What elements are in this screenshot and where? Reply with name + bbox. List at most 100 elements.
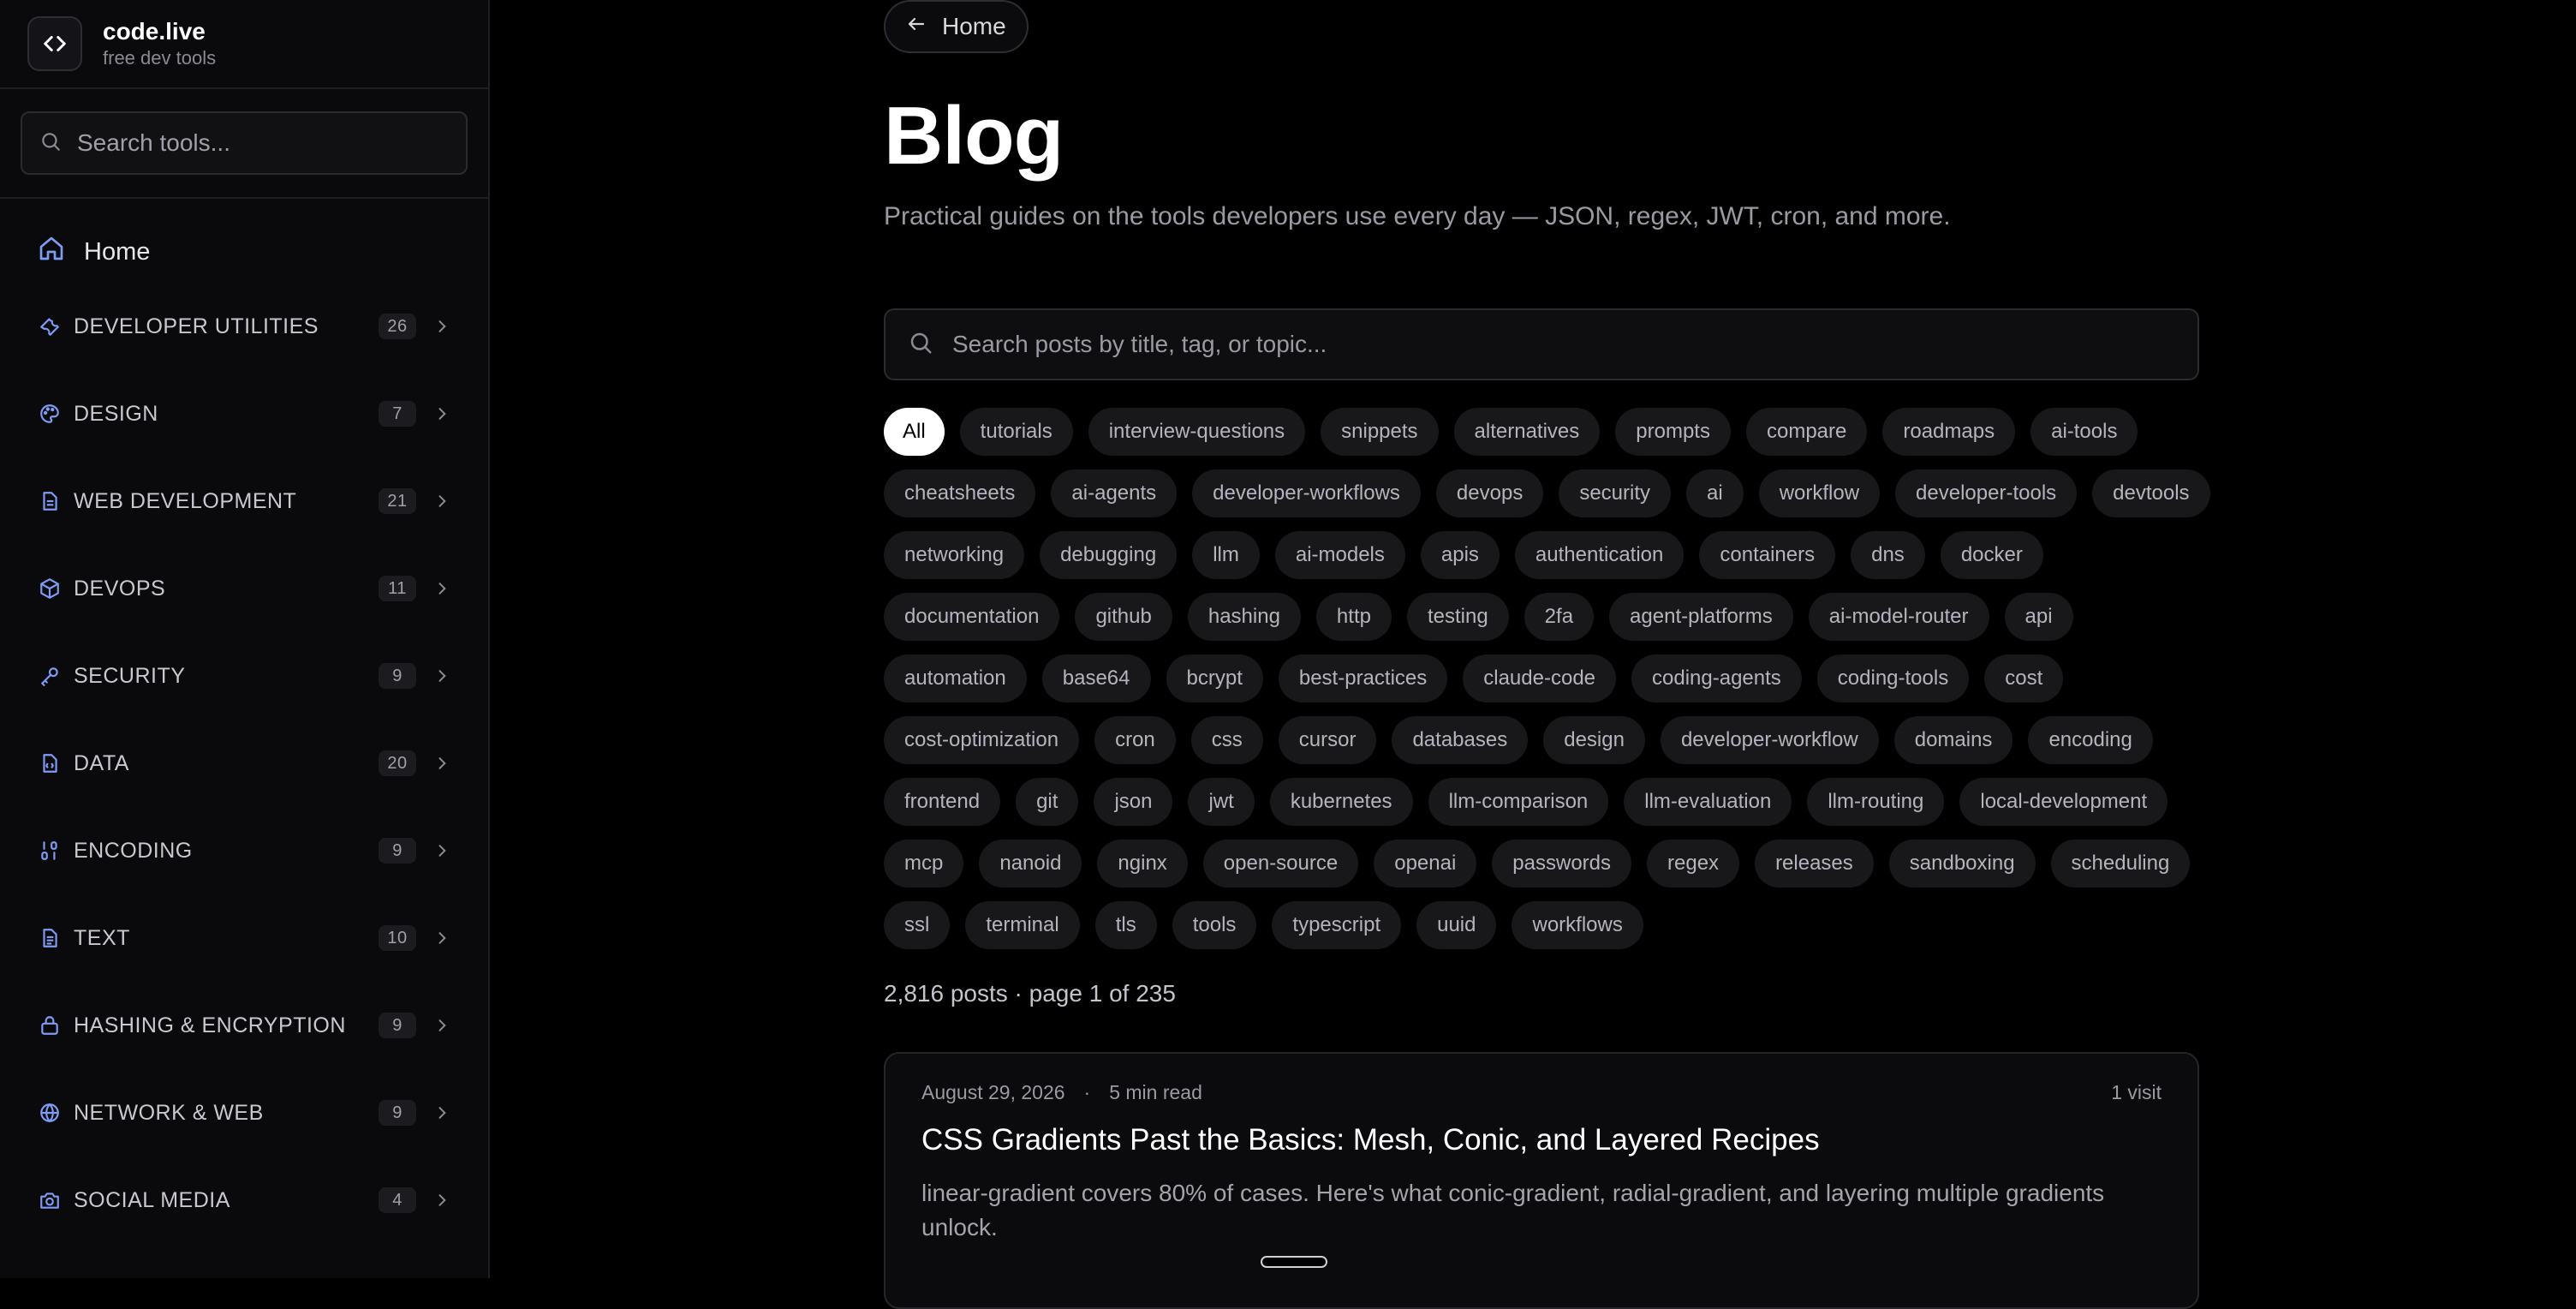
sidebar-search-box[interactable] xyxy=(21,111,468,175)
post-search-input[interactable] xyxy=(951,330,2175,359)
tag-chip[interactable]: docker xyxy=(1940,531,2043,579)
tag-chip[interactable]: jwt xyxy=(1188,778,1255,826)
tag-chip[interactable]: agent-platforms xyxy=(1609,593,1793,641)
tag-chip[interactable]: documentation xyxy=(884,593,1060,641)
sidebar-item-encoding[interactable]: ENCODING 9 xyxy=(0,807,488,894)
sidebar-search-input[interactable] xyxy=(75,129,449,158)
tag-chip[interactable]: best-practices xyxy=(1278,654,1448,702)
tag-chip[interactable]: llm xyxy=(1192,531,1260,579)
tag-chip[interactable]: frontend xyxy=(884,778,1001,826)
tag-chip[interactable]: developer-workflow xyxy=(1660,716,1879,764)
tag-chip[interactable]: dns xyxy=(1851,531,1925,579)
tag-chip[interactable]: devtools xyxy=(2092,469,2210,517)
tag-chip[interactable]: tutorials xyxy=(959,408,1073,456)
tag-chip[interactable]: security xyxy=(1559,469,1671,517)
tag-chip[interactable]: alternatives xyxy=(1453,408,1601,456)
tag-chip[interactable]: releases xyxy=(1755,840,1874,888)
tag-chip[interactable]: claude-code xyxy=(1463,654,1617,702)
tag-chip[interactable]: passwords xyxy=(1492,840,1632,888)
tag-chip[interactable]: uuid xyxy=(1416,901,1497,949)
tag-chip[interactable]: roadmaps xyxy=(1882,408,2016,456)
tag-chip[interactable]: databases xyxy=(1392,716,1529,764)
tag-chip[interactable]: bcrypt xyxy=(1166,654,1263,702)
tag-chip[interactable]: apis xyxy=(1420,531,1500,579)
tag-chip[interactable]: workflow xyxy=(1758,469,1881,517)
tag-chip[interactable]: http xyxy=(1315,593,1392,641)
sidebar-item-social-media[interactable]: SOCIAL MEDIA 4 xyxy=(0,1157,488,1244)
tag-chip[interactable]: debugging xyxy=(1040,531,1178,579)
sidebar-item-web-development[interactable]: WEB DEVELOPMENT 21 xyxy=(0,457,488,545)
tag-chip[interactable]: cron xyxy=(1094,716,1176,764)
tag-chip[interactable]: openai xyxy=(1374,840,1477,888)
tag-chip[interactable]: github xyxy=(1075,593,1172,641)
sidebar-item-developer-utilities[interactable]: DEVELOPER UTILITIES 26 xyxy=(0,283,488,370)
tag-chip[interactable]: hashing xyxy=(1187,593,1301,641)
tag-chip[interactable]: cheatsheets xyxy=(884,469,1036,517)
tag-chip[interactable]: tls xyxy=(1094,901,1157,949)
tag-chip[interactable]: containers xyxy=(1699,531,1836,579)
tag-chip[interactable]: ai xyxy=(1686,469,1744,517)
tag-chip[interactable]: prompts xyxy=(1615,408,1731,456)
sidebar-item-hashing-encryption[interactable]: HASHING & ENCRYPTION 9 xyxy=(0,982,488,1069)
tag-all-active[interactable]: All xyxy=(884,408,945,456)
tag-chip[interactable]: coding-agents xyxy=(1631,654,1802,702)
tag-chip[interactable]: mcp xyxy=(884,840,964,888)
tag-chip[interactable]: llm-evaluation xyxy=(1624,778,1792,826)
tag-chip[interactable]: developer-workflows xyxy=(1192,469,1421,517)
tag-chip[interactable]: nanoid xyxy=(979,840,1082,888)
sidebar-item-network-web[interactable]: NETWORK & WEB 9 xyxy=(0,1069,488,1157)
tag-chip[interactable]: json xyxy=(1094,778,1173,826)
sidebar-item-devops[interactable]: DEVOPS 11 xyxy=(0,545,488,632)
tag-chip[interactable]: compare xyxy=(1745,408,1868,456)
tag-chip[interactable]: developer-tools xyxy=(1895,469,2078,517)
tag-chip[interactable]: cost-optimization xyxy=(884,716,1080,764)
home-button[interactable]: Home xyxy=(884,0,1029,53)
tag-chip[interactable]: terminal xyxy=(965,901,1080,949)
tag-chip[interactable]: snippets xyxy=(1321,408,1439,456)
brand-header[interactable]: code.live free dev tools xyxy=(0,0,488,89)
tag-chip[interactable]: ai-model-router xyxy=(1808,593,1989,641)
tag-chip[interactable]: tools xyxy=(1172,901,1257,949)
sidebar-item-design[interactable]: DESIGN 7 xyxy=(0,370,488,457)
tag-chip[interactable]: api xyxy=(2004,593,2073,641)
tag-chip[interactable]: authentication xyxy=(1514,531,1685,579)
tag-chip[interactable]: base64 xyxy=(1041,654,1151,702)
tag-chip[interactable]: local-development xyxy=(1959,778,2168,826)
tag-chip[interactable]: ai-models xyxy=(1274,531,1405,579)
sidebar-item-home[interactable]: Home xyxy=(0,221,488,283)
tag-chip[interactable]: regex xyxy=(1647,840,1740,888)
post-title[interactable]: CSS Gradients Past the Basics: Mesh, Con… xyxy=(921,1123,2162,1157)
tag-chip[interactable]: ssl xyxy=(884,901,951,949)
tag-chip[interactable]: git xyxy=(1016,778,1079,826)
tag-chip[interactable]: cost xyxy=(1984,654,2064,702)
tag-chip[interactable]: 2fa xyxy=(1524,593,1595,641)
tag-chip[interactable]: workflows xyxy=(1512,901,1643,949)
tag-chip[interactable]: open-source xyxy=(1202,840,1359,888)
tag-chip[interactable]: sandboxing xyxy=(1888,840,2036,888)
sidebar-item-text[interactable]: TEXT 10 xyxy=(0,894,488,982)
sidebar-item-data[interactable]: DATA 20 xyxy=(0,720,488,807)
tag-chip[interactable]: domains xyxy=(1893,716,2013,764)
tag-chip[interactable]: interview-questions xyxy=(1088,408,1306,456)
tag-chip[interactable]: nginx xyxy=(1097,840,1188,888)
tag-chip[interactable]: css xyxy=(1190,716,1263,764)
post-search-box[interactable] xyxy=(884,308,2199,380)
tag-chip[interactable]: ai-agents xyxy=(1051,469,1178,517)
sidebar-item-security[interactable]: SECURITY 9 xyxy=(0,632,488,720)
tag-chip[interactable]: design xyxy=(1543,716,1645,764)
tag-chip[interactable]: typescript xyxy=(1272,901,1402,949)
tag-chip[interactable]: encoding xyxy=(2028,716,2153,764)
tag-chip[interactable]: devops xyxy=(1435,469,1544,517)
tag-chip[interactable]: scheduling xyxy=(2050,840,2191,888)
tag-chip[interactable]: llm-routing xyxy=(1807,778,1945,826)
scrollbar-thumb[interactable] xyxy=(1261,1256,1327,1268)
tag-chip[interactable]: automation xyxy=(884,654,1027,702)
tag-chip[interactable]: testing xyxy=(1406,593,1509,641)
tag-chip[interactable]: kubernetes xyxy=(1269,778,1413,826)
post-card[interactable]: August 29, 2026 · 5 min read 1 visit CSS… xyxy=(884,1052,2199,1309)
tag-chip[interactable]: coding-tools xyxy=(1816,654,1970,702)
tag-chip[interactable]: ai-tools xyxy=(2030,408,2138,456)
tag-chip[interactable]: networking xyxy=(884,531,1025,579)
tag-chip[interactable]: llm-comparison xyxy=(1428,778,1609,826)
tag-chip[interactable]: cursor xyxy=(1278,716,1377,764)
